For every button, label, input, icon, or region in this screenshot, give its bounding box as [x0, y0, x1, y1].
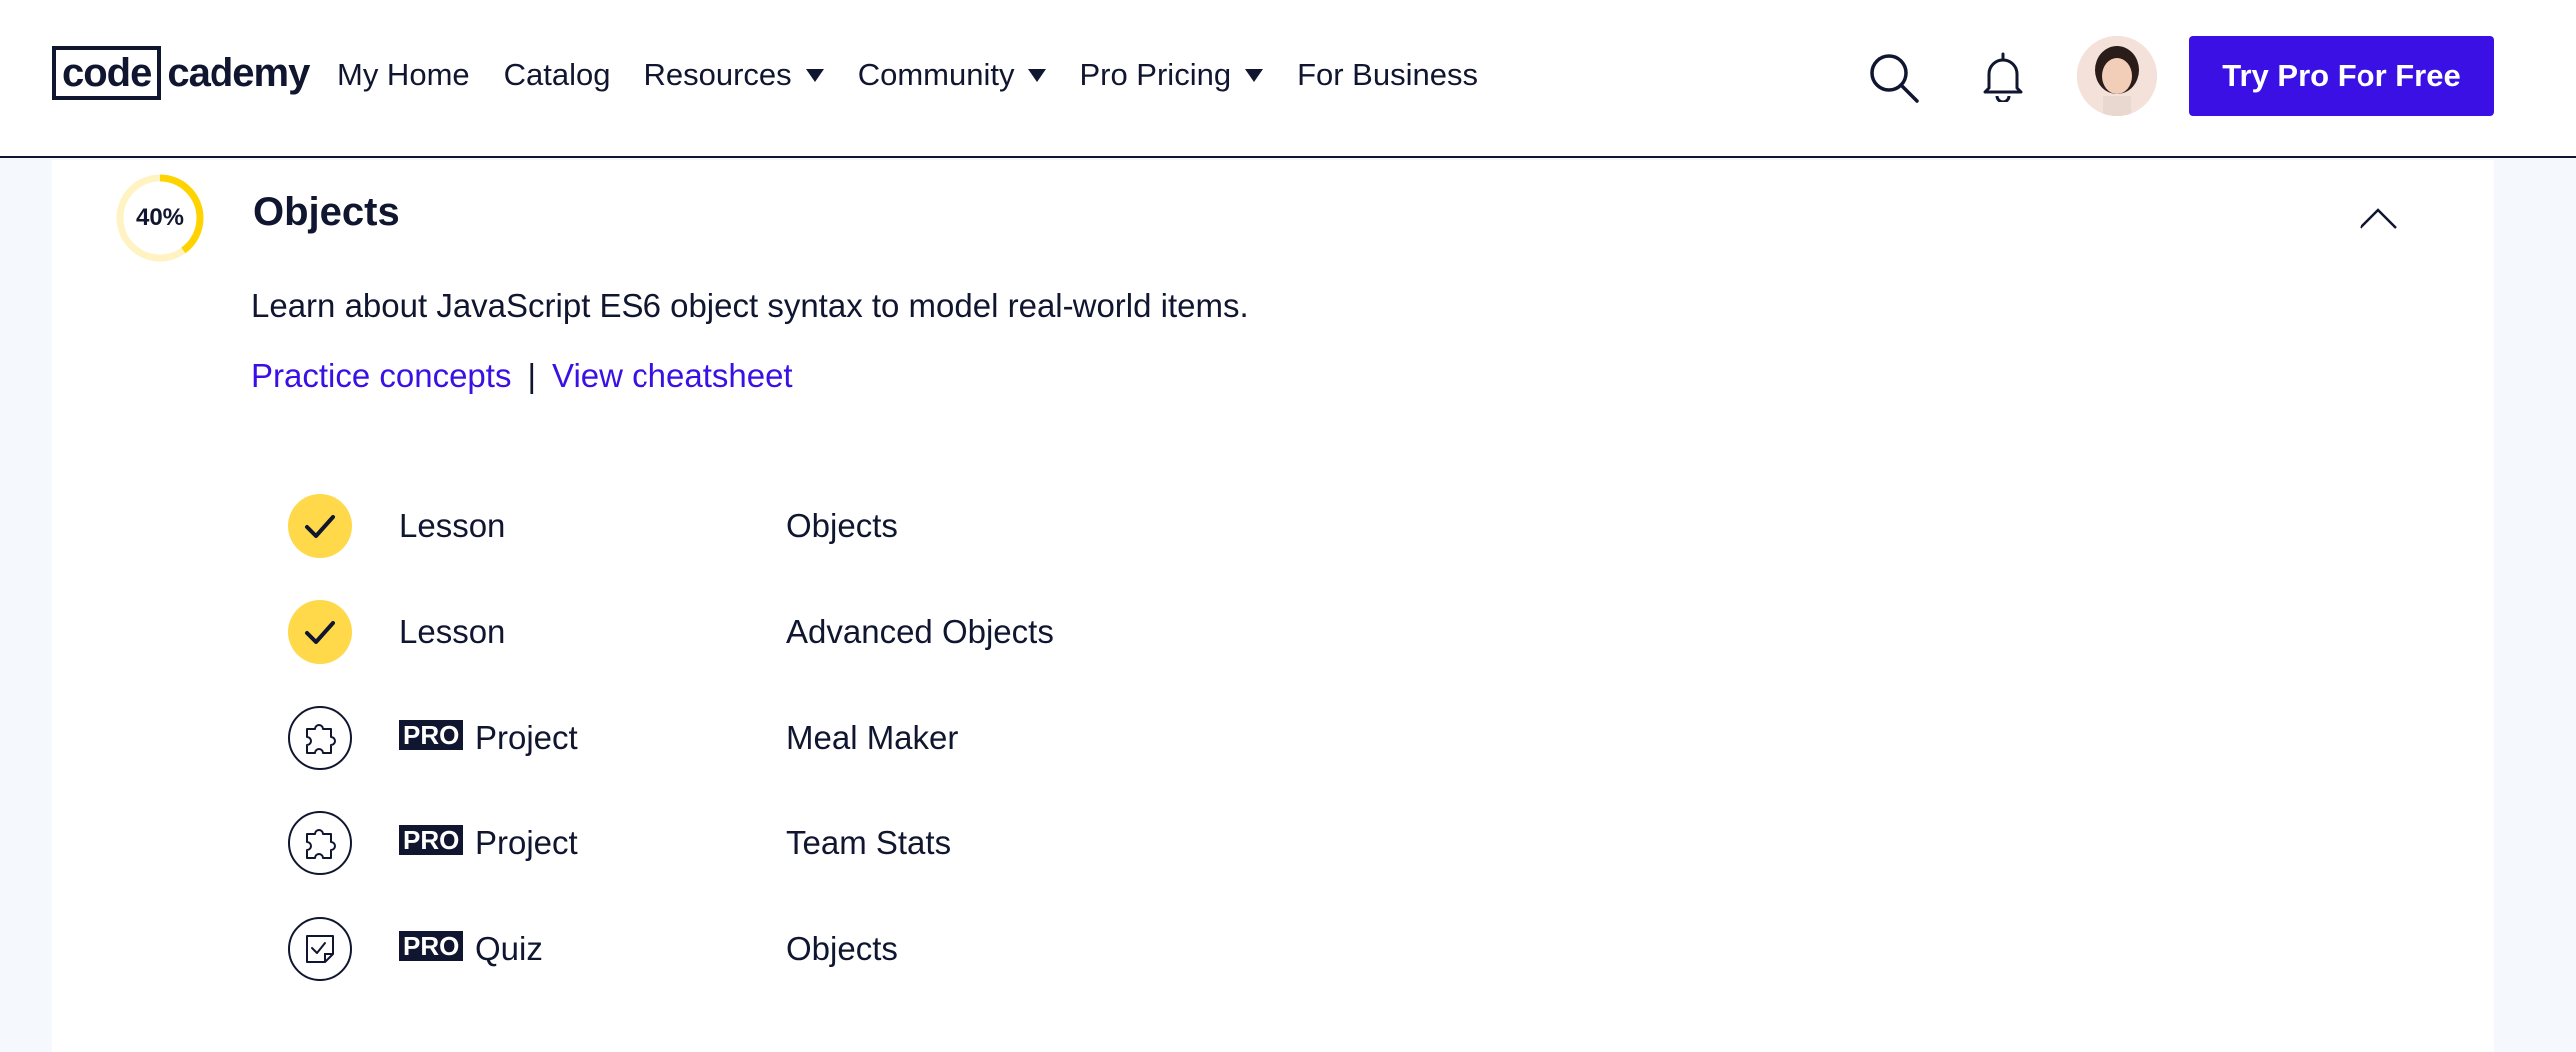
item-type: Project	[475, 719, 578, 756]
top-navigation-bar: code cademy My Home Catalog Resources Co…	[0, 0, 2576, 158]
item-type: Lesson	[399, 507, 506, 544]
avatar-photo	[2077, 36, 2157, 116]
caret-down-icon	[1245, 68, 1264, 82]
item-type: Project	[475, 824, 578, 861]
codecademy-logo[interactable]: code cademy	[52, 46, 310, 100]
nav-item-pro-pricing[interactable]: Pro Pricing	[1079, 57, 1264, 93]
item-name[interactable]: Objects	[786, 930, 898, 968]
module-title: Objects	[253, 190, 400, 234]
module-item-row[interactable]: PRO Project Meal Maker	[287, 705, 1485, 771]
progress-percent: 40%	[135, 204, 185, 231]
avatar[interactable]	[2077, 36, 2157, 116]
chevron-up-icon[interactable]	[2359, 206, 2398, 230]
puzzle-icon	[288, 811, 352, 875]
item-name[interactable]: Meal Maker	[786, 719, 958, 757]
item-name[interactable]: Objects	[786, 507, 898, 545]
caret-down-icon	[1028, 68, 1047, 82]
search-icon[interactable]	[1868, 52, 1920, 104]
item-name[interactable]: Advanced Objects	[786, 613, 1054, 651]
pro-badge: PRO	[399, 720, 464, 750]
caret-down-icon	[805, 68, 824, 82]
item-name[interactable]: Team Stats	[786, 824, 951, 862]
practice-concepts-link[interactable]: Practice concepts	[251, 357, 511, 395]
logo-box-text: code	[52, 46, 162, 100]
view-cheatsheet-link[interactable]: View cheatsheet	[552, 357, 793, 395]
nav-item-my-home[interactable]: My Home	[337, 57, 470, 93]
module-item-row[interactable]: Lesson Advanced Objects	[287, 599, 1485, 665]
nav-item-resources[interactable]: Resources	[644, 57, 824, 93]
check-icon	[288, 494, 352, 558]
module-item-row[interactable]: PRO Quiz Objects	[287, 916, 1485, 982]
module-item-row[interactable]: PRO Project Team Stats	[287, 810, 1485, 876]
module-links: Practice concepts | View cheatsheet	[251, 357, 793, 395]
nav-item-label: For Business	[1297, 57, 1478, 92]
pro-badge: PRO	[399, 931, 464, 961]
nav-item-label: Resources	[644, 57, 792, 92]
nav-item-catalog[interactable]: Catalog	[504, 57, 611, 93]
nav-item-label: Pro Pricing	[1079, 57, 1232, 92]
logo-rest-text: cademy	[167, 51, 310, 95]
bell-icon[interactable]	[1981, 52, 2025, 102]
module-description: Learn about JavaScript ES6 object syntax…	[251, 287, 1249, 324]
puzzle-icon	[288, 706, 352, 770]
link-separator: |	[527, 357, 537, 394]
try-pro-button-label: Try Pro For Free	[2222, 58, 2461, 93]
nav-item-label: Community	[857, 57, 1015, 92]
try-pro-button[interactable]: Try Pro For Free	[2189, 36, 2494, 116]
nav-item-label: Catalog	[503, 57, 611, 92]
module-item-row[interactable]: Lesson Objects	[287, 493, 1485, 559]
pro-badge: PRO	[399, 825, 464, 855]
item-type: Quiz	[475, 930, 543, 967]
quiz-icon	[288, 917, 352, 981]
nav-item-for-business[interactable]: For Business	[1297, 57, 1478, 93]
nav-item-label: My Home	[337, 57, 470, 92]
item-type: Lesson	[399, 613, 506, 650]
module-card: 40% Objects Learn about JavaScript ES6 o…	[52, 160, 2494, 1052]
check-icon	[288, 600, 352, 664]
main-nav: My Home Catalog Resources Community Pro …	[337, 52, 1511, 98]
nav-item-community[interactable]: Community	[858, 57, 1047, 93]
